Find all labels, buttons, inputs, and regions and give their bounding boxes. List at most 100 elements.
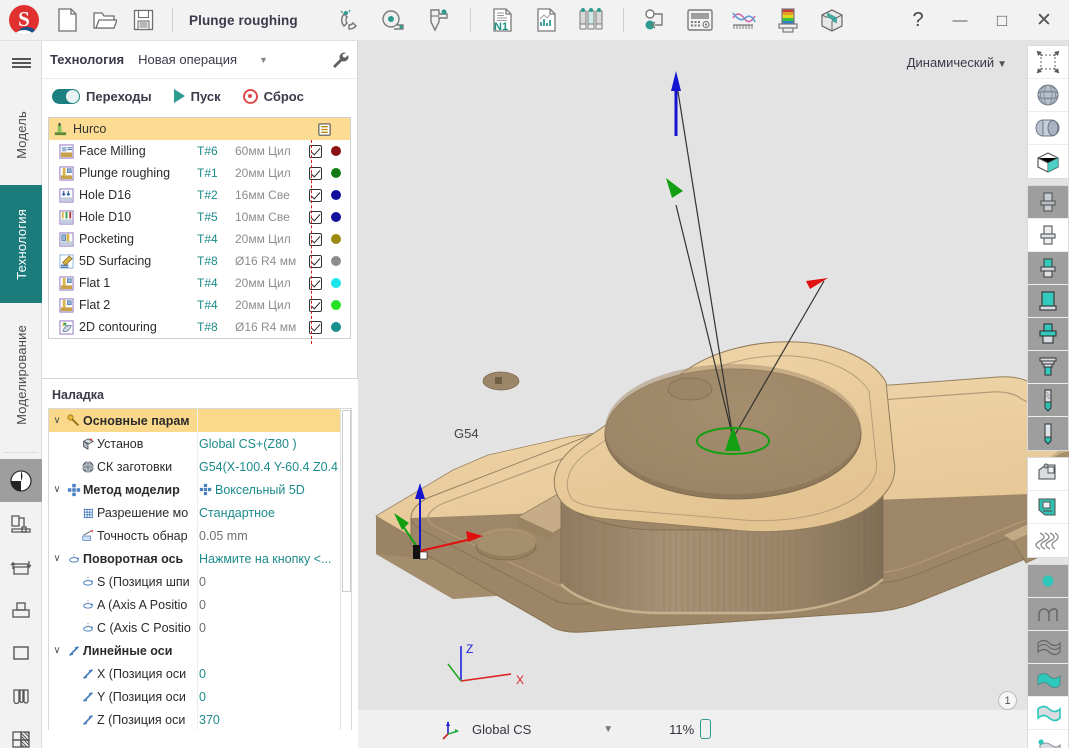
cs-dropdown-chevron-down-icon[interactable]: ▼ xyxy=(603,724,613,735)
machine-kinematics-button[interactable] xyxy=(634,0,678,41)
table-row[interactable]: Face MillingT#660мм Цил xyxy=(49,140,350,162)
right-tool-holder-2[interactable] xyxy=(1028,219,1068,252)
sidebar-icon-machine[interactable] xyxy=(0,502,42,545)
right-tool-holder-4[interactable] xyxy=(1028,285,1068,318)
reset-button[interactable]: Сброс xyxy=(243,89,304,104)
right-tool-fixture-b[interactable] xyxy=(1028,491,1068,524)
property-row[interactable]: УстановGlobal CS+(Z80 ) xyxy=(49,432,351,455)
3d-viewport[interactable]: Динамический▼ xyxy=(358,41,1069,748)
save-file-button[interactable] xyxy=(124,0,162,41)
zoom-slider[interactable] xyxy=(700,719,711,739)
caliper-tool-button[interactable] xyxy=(416,0,460,41)
table-row[interactable]: 5D SurfacingT#8Ø16 R4 мм xyxy=(49,250,350,272)
right-tool-holder-1[interactable] xyxy=(1028,186,1068,219)
property-value[interactable]: 0 xyxy=(197,598,351,612)
table-row[interactable]: Plunge roughingT#120мм Цил xyxy=(49,162,350,184)
close-button[interactable]: ✕ xyxy=(1023,0,1065,41)
right-tool-surface-wire[interactable] xyxy=(1028,631,1068,664)
property-row[interactable]: A (Axis A Positio0 xyxy=(49,593,351,616)
property-row[interactable]: ∨Метод моделирВоксельный 5D xyxy=(49,478,351,501)
property-row[interactable]: S (Позиция шпи0 xyxy=(49,570,351,593)
expand-chevron-icon[interactable]: ∨ xyxy=(49,484,65,495)
sidebar-icon-stock[interactable] xyxy=(0,588,42,631)
control-panel-button[interactable] xyxy=(678,0,722,41)
expand-chevron-icon[interactable]: ∨ xyxy=(49,553,65,564)
right-tool-hatch[interactable] xyxy=(1028,524,1068,557)
property-row[interactable]: X (Позиция оси0 xyxy=(49,662,351,685)
sidebar-icon-view-shading[interactable] xyxy=(0,459,42,502)
open-file-button[interactable] xyxy=(86,0,124,41)
right-tool-stepped[interactable] xyxy=(1028,384,1068,417)
table-row[interactable]: Hole D10T#510мм Све xyxy=(49,206,350,228)
right-tool-sphere-view[interactable] xyxy=(1028,79,1068,112)
nc-program-button[interactable]: N1 xyxy=(481,0,525,41)
sidebar-tab-simulation[interactable]: Моделирование xyxy=(0,303,42,446)
right-tool-surface-teal[interactable] xyxy=(1028,664,1068,697)
transitions-toggle[interactable]: Переходы xyxy=(52,89,152,104)
right-tool-curve[interactable] xyxy=(1028,598,1068,631)
sidebar-icon-part[interactable] xyxy=(0,631,42,674)
right-tool-select-region[interactable] xyxy=(1028,46,1068,79)
property-row[interactable]: ∨Основные парам xyxy=(49,409,351,432)
color-map-button[interactable] xyxy=(766,0,810,41)
scrollbar-thumb[interactable] xyxy=(342,410,351,592)
property-value[interactable]: 0 xyxy=(197,575,351,589)
measure-tool-button[interactable] xyxy=(372,0,416,41)
sidebar-tab-technology[interactable]: Технология xyxy=(0,185,42,303)
right-tool-holder-3[interactable] xyxy=(1028,252,1068,285)
property-row[interactable]: C (Axis C Positio0 xyxy=(49,616,351,639)
right-tool-surface-point[interactable] xyxy=(1028,730,1068,748)
start-button[interactable]: Пуск xyxy=(174,89,221,104)
table-row[interactable]: PocketingT#420мм Цил xyxy=(49,228,350,250)
property-row[interactable]: Точность обнар0.05 mm xyxy=(49,524,351,547)
table-row[interactable]: 2D contouringT#8Ø16 R4 мм xyxy=(49,316,350,338)
toolpath-analysis-button[interactable] xyxy=(722,0,766,41)
hamburger-menu-icon[interactable] xyxy=(0,41,42,85)
right-tool-point[interactable] xyxy=(1028,565,1068,598)
property-value[interactable]: Нажмите на кнопку <... xyxy=(197,552,351,566)
right-tool-endmill[interactable] xyxy=(1028,417,1068,450)
property-row[interactable]: Z (Позиция оси370 xyxy=(49,708,351,730)
new-operation-dropdown[interactable]: Новая операция ▼ xyxy=(138,52,268,67)
property-value[interactable]: Воксельный 5D xyxy=(197,483,351,497)
tool-library-button[interactable] xyxy=(569,0,613,41)
table-row[interactable]: Flat 2T#420мм Цил xyxy=(49,294,350,316)
right-tool-bounding-box[interactable] xyxy=(1028,145,1068,178)
wrench-icon[interactable] xyxy=(329,50,349,70)
property-row[interactable]: ∨Линейные оси xyxy=(49,639,351,662)
property-value[interactable]: 0 xyxy=(197,690,351,704)
right-tool-solid-shape[interactable] xyxy=(1028,112,1068,145)
expand-chevron-icon[interactable]: ∨ xyxy=(49,645,65,656)
property-value[interactable]: G54(X-100.4 Y-60.4 Z0.4 xyxy=(197,460,351,474)
magnet-tool-button[interactable] xyxy=(328,0,372,41)
maximize-button[interactable]: □ xyxy=(981,0,1023,41)
sidebar-icon-fixture[interactable] xyxy=(0,545,42,588)
property-row[interactable]: Разрешение моСтандартное xyxy=(49,501,351,524)
property-value[interactable]: 0 xyxy=(197,667,351,681)
right-tool-fixture-a[interactable] xyxy=(1028,458,1068,491)
new-file-button[interactable] xyxy=(48,0,86,41)
sidebar-icon-vise[interactable] xyxy=(0,674,42,717)
stock-box-button[interactable] xyxy=(810,0,854,41)
report-button[interactable] xyxy=(525,0,569,41)
help-button[interactable]: ? xyxy=(897,0,939,41)
property-value[interactable]: Стандартное xyxy=(197,506,351,520)
viewport-layer-badge[interactable]: 1 xyxy=(998,691,1017,710)
property-value[interactable]: 0.05 mm xyxy=(197,529,351,543)
right-tool-body[interactable] xyxy=(1028,318,1068,351)
table-row[interactable]: Flat 1T#420мм Цил xyxy=(49,272,350,294)
property-value[interactable]: 0 xyxy=(197,621,351,635)
property-row[interactable]: СК заготовкиG54(X-100.4 Y-60.4 Z0.4 xyxy=(49,455,351,478)
property-value[interactable]: Global CS+(Z80 ) xyxy=(197,437,351,451)
operations-tree-root[interactable]: Hurco xyxy=(49,118,350,140)
expand-chevron-icon[interactable]: ∨ xyxy=(49,415,65,426)
property-grid-scrollbar[interactable] xyxy=(340,409,351,730)
property-row[interactable]: ∨Поворотная осьНажмите на кнопку <... xyxy=(49,547,351,570)
right-tool-surface-outline[interactable] xyxy=(1028,697,1068,730)
property-row[interactable]: Y (Позиция оси0 xyxy=(49,685,351,708)
sidebar-icon-material[interactable] xyxy=(0,717,42,748)
table-row[interactable]: Hole D16T#216мм Све xyxy=(49,184,350,206)
right-tool-shank[interactable] xyxy=(1028,351,1068,384)
property-value[interactable]: 370 xyxy=(197,713,351,727)
minimize-button[interactable]: — xyxy=(939,0,981,41)
